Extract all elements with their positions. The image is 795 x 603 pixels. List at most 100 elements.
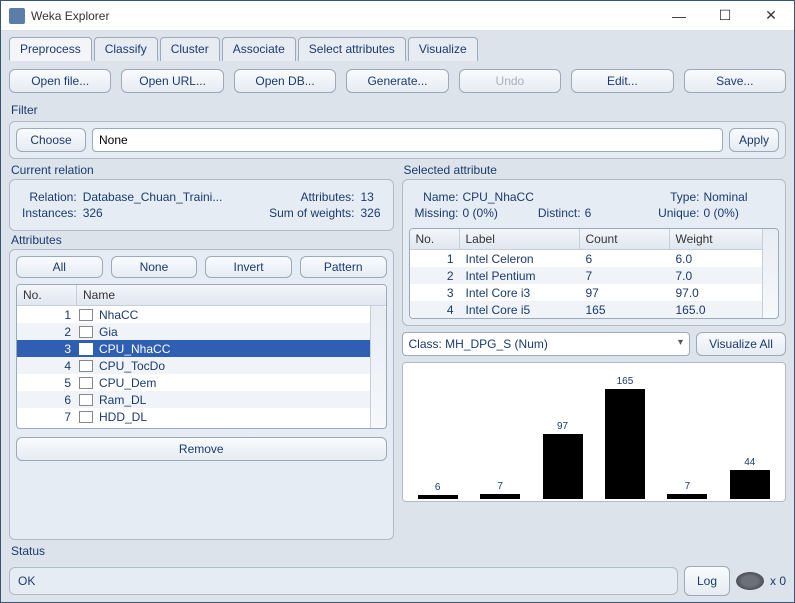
attr-row-checkbox[interactable]: [79, 309, 93, 321]
bar-value-label: 44: [744, 457, 755, 468]
bar: [480, 494, 520, 499]
attr-row[interactable]: 4 CPU_TocDo: [17, 357, 386, 374]
attr-row-name: NhaCC: [99, 308, 386, 322]
stat-cell-label: Intel Core i5: [460, 303, 580, 317]
bar: [667, 494, 707, 499]
relation-instances-value: 326: [83, 206, 263, 220]
bar-wrap: 6: [407, 369, 469, 499]
undo-button[interactable]: Undo: [459, 69, 561, 93]
attr-scrollbar[interactable]: [370, 306, 386, 428]
stat-cell-label: Intel Celeron: [460, 252, 580, 266]
stat-row[interactable]: 3Intel Core i39797.0: [410, 284, 763, 301]
selattr-type-value: Nominal: [703, 190, 773, 204]
status-label: Status: [11, 544, 786, 558]
maximize-button[interactable]: ☐: [702, 1, 748, 30]
stat-row[interactable]: 4Intel Core i5165165.0: [410, 301, 763, 318]
relation-attrs-label: Attributes:: [269, 190, 354, 204]
attr-row-checkbox[interactable]: [79, 411, 93, 423]
close-button[interactable]: ✕: [748, 1, 794, 30]
stat-scrollbar[interactable]: [762, 229, 778, 318]
class-select-value: Class: MH_DPG_S (Num): [409, 337, 548, 351]
selattr-distinct-label: Distinct:: [538, 206, 581, 220]
histogram-chart: 6 7 97165 7 44: [402, 362, 787, 502]
attr-row[interactable]: 6Ram_DL: [17, 391, 386, 408]
stat-cell-count: 97: [580, 286, 670, 300]
attr-all-button[interactable]: All: [16, 256, 103, 278]
open-db-button[interactable]: Open DB...: [234, 69, 336, 93]
attr-row[interactable]: 7HDD_DL: [17, 408, 386, 425]
attr-row-name: CPU_Dem: [99, 376, 386, 390]
attr-row-name: CPU_NhaCC: [99, 342, 386, 356]
log-button[interactable]: Log: [684, 566, 730, 596]
save-button[interactable]: Save...: [684, 69, 786, 93]
attr-row[interactable]: 5 CPU_Dem: [17, 374, 386, 391]
status-text: OK: [9, 567, 678, 595]
attr-row-name: CPU_TocDo: [99, 359, 386, 373]
stat-row[interactable]: 1Intel Celeron66.0: [410, 250, 763, 267]
attr-row[interactable]: 2Gia: [17, 323, 386, 340]
relation-instances-label: Instances:: [22, 206, 77, 220]
stat-cell-count: 6: [580, 252, 670, 266]
attr-none-button[interactable]: None: [111, 256, 198, 278]
selattr-unique-label: Unique:: [658, 206, 699, 220]
attr-row-no: 1: [17, 308, 77, 322]
filter-label: Filter: [11, 103, 786, 117]
toolbar: Open file... Open URL... Open DB... Gene…: [9, 69, 786, 93]
stat-cell-no: 2: [410, 269, 460, 283]
attr-invert-button[interactable]: Invert: [205, 256, 292, 278]
attr-row[interactable]: 3CPU_NhaCC: [17, 340, 386, 357]
attr-row-checkbox[interactable]: [79, 326, 93, 338]
tab-select-attributes[interactable]: Select attributes: [298, 37, 406, 61]
tab-preprocess[interactable]: Preprocess: [9, 37, 92, 61]
stat-body[interactable]: 1Intel Celeron66.02Intel Pentium77.03Int…: [410, 250, 763, 318]
attributes-body[interactable]: 1 NhaCC2Gia3CPU_NhaCC 4 CPU_TocDo 5 CPU_Dem6R…: [17, 306, 386, 428]
tab-associate[interactable]: Associate: [222, 37, 296, 61]
bar-wrap: 97: [531, 369, 593, 499]
attr-remove-button[interactable]: Remove: [16, 437, 387, 461]
attr-row-no: 4: [17, 359, 77, 373]
bar-value-label: 7: [497, 481, 503, 492]
open-file-button[interactable]: Open file...: [9, 69, 111, 93]
attr-row-checkbox[interactable]: [79, 377, 93, 389]
current-relation-panel: Relation: Database_Chuan_Traini... Attri…: [9, 179, 394, 231]
relation-sow-label: Sum of weights:: [269, 206, 354, 220]
attr-row-checkbox[interactable]: [79, 343, 93, 355]
selattr-missing-value: 0 (0%): [463, 206, 534, 220]
minimize-button[interactable]: —: [656, 1, 702, 30]
stat-row[interactable]: 2Intel Pentium77.0: [410, 267, 763, 284]
class-select[interactable]: Class: MH_DPG_S (Num): [402, 332, 691, 356]
visualize-all-button[interactable]: Visualize All: [696, 332, 786, 356]
stat-cell-no: 4: [410, 303, 460, 317]
selattr-name-value: CPU_NhaCC: [463, 190, 534, 204]
open-url-button[interactable]: Open URL...: [121, 69, 223, 93]
filter-apply-button[interactable]: Apply: [729, 128, 779, 152]
attr-row-checkbox[interactable]: [79, 360, 93, 372]
tab-visualize[interactable]: Visualize: [408, 37, 478, 61]
window-title: Weka Explorer: [31, 9, 656, 23]
tab-classify[interactable]: Classify: [94, 37, 158, 61]
filter-choose-button[interactable]: Choose: [16, 128, 86, 152]
attr-row-checkbox[interactable]: [79, 394, 93, 406]
attr-pattern-button[interactable]: Pattern: [300, 256, 387, 278]
bar-wrap: 7: [656, 369, 718, 499]
attr-row-no: 5: [17, 376, 77, 390]
stat-cell-weight: 6.0: [670, 252, 763, 266]
tab-cluster[interactable]: Cluster: [160, 37, 220, 61]
bar-wrap: 165: [594, 369, 656, 499]
attr-row[interactable]: 1 NhaCC: [17, 306, 386, 323]
attr-row-no: 2: [17, 325, 77, 339]
bar: [543, 434, 583, 499]
generate-button[interactable]: Generate...: [346, 69, 448, 93]
stat-cell-label: Intel Pentium: [460, 269, 580, 283]
weka-icon: [9, 8, 25, 24]
relation-sow-value: 326: [360, 206, 380, 220]
attr-row-no: 6: [17, 393, 77, 407]
filter-input[interactable]: [92, 128, 723, 152]
bar-value-label: 6: [435, 482, 441, 493]
bar: [730, 470, 770, 499]
weka-explorer-window: Weka Explorer — ☐ ✕ Preprocess Classify …: [0, 0, 795, 603]
relation-name-label: Relation:: [22, 190, 77, 204]
edit-button[interactable]: Edit...: [571, 69, 673, 93]
bar-value-label: 7: [685, 481, 691, 492]
selattr-distinct-value: 6: [585, 206, 655, 220]
